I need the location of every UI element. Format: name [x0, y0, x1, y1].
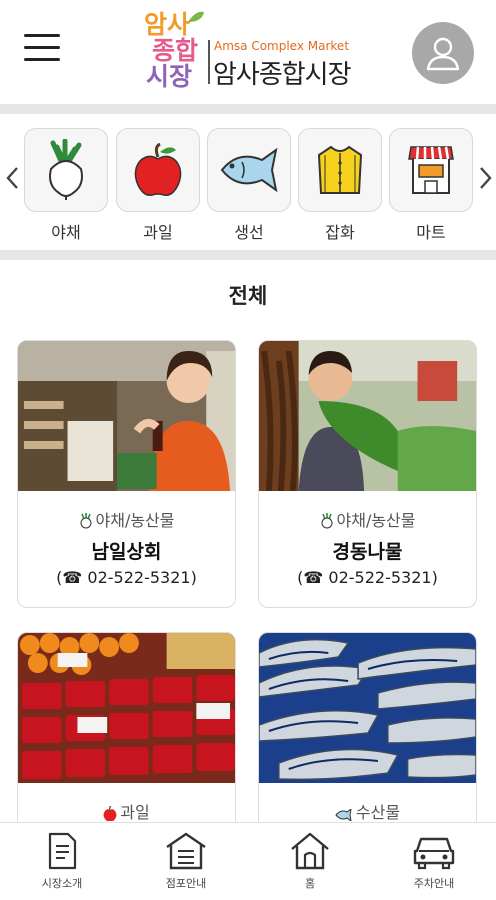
store-phone: (☎ 02-522-5321)	[297, 568, 438, 587]
store-category-label: 야채/농산물	[95, 511, 175, 530]
logo-leaf-icon	[188, 11, 204, 22]
store-category: 과일	[18, 799, 235, 823]
nav-label: 시장소개	[41, 877, 83, 890]
logo-english-name: Amsa Complex Market	[214, 39, 350, 53]
store-category: 야채/농산물	[18, 507, 235, 531]
store-phone: (☎ 02-522-5321)	[56, 568, 197, 587]
chevron-right-icon	[480, 167, 492, 189]
chevron-left-icon	[6, 167, 18, 189]
store-photo	[18, 341, 235, 491]
store-name: 경동나물	[332, 541, 403, 563]
divider	[0, 104, 496, 114]
store-category-label: 과일	[120, 803, 150, 822]
carousel-prev-button[interactable]	[4, 164, 22, 192]
nav-store-guide[interactable]: 점포안내	[124, 823, 248, 900]
nav-market-intro[interactable]: 시장소개	[0, 823, 124, 900]
nav-home[interactable]: 홈	[248, 823, 372, 900]
category-tile	[207, 128, 291, 212]
store-list-icon	[166, 832, 206, 870]
logo-korean-name: 암사종합시장	[213, 60, 352, 90]
car-icon	[413, 837, 455, 870]
radish-icon	[49, 139, 83, 200]
market-logo[interactable]: 암사 종합 시장 Amsa Complex Market 암사종합시장	[142, 8, 357, 94]
store-card[interactable]: 야채/농산물 남일상회 (☎ 02-522-5321)	[17, 340, 236, 608]
apple-icon	[103, 805, 117, 822]
category-tile	[389, 128, 473, 212]
store-category: 야채/농산물	[259, 507, 476, 531]
category-tile	[298, 128, 382, 212]
document-icon	[48, 832, 77, 870]
app-screen: 암사 종합 시장 Amsa Complex Market 암사종합시장 야채 과…	[0, 0, 496, 900]
menu-bar	[24, 46, 60, 49]
store-icon	[408, 146, 454, 194]
logo-mark: 암사 종합 시장	[142, 8, 208, 94]
category-label: 생선	[234, 223, 264, 242]
category-tile	[24, 128, 108, 212]
nav-label: 홈	[304, 877, 316, 890]
category-label: 마트	[416, 223, 446, 242]
user-profile-button[interactable]	[412, 22, 474, 84]
fish-icon	[335, 807, 352, 823]
user-icon	[426, 37, 460, 71]
store-photo	[259, 341, 476, 491]
store-category-label: 야채/농산물	[336, 511, 416, 530]
store-category: 수산물	[259, 799, 476, 823]
store-name: 남일상회	[91, 541, 162, 563]
radish-icon	[80, 513, 91, 529]
shirt-icon	[317, 145, 363, 194]
category-label: 야채	[51, 223, 81, 242]
radish-icon	[321, 513, 332, 529]
store-category-label: 수산물	[355, 803, 401, 822]
store-card[interactable]: 야채/농산물 경동나물 (☎ 02-522-5321)	[258, 340, 477, 608]
menu-button[interactable]	[24, 34, 60, 64]
logo-divider	[208, 40, 210, 84]
menu-bar	[24, 34, 60, 37]
section-title: 전체	[228, 284, 268, 308]
carousel-next-button[interactable]	[476, 164, 494, 192]
bottom-navigation: 시장소개 점포안내 홈 주차안내	[0, 822, 496, 900]
category-fruit[interactable]: 과일	[116, 128, 200, 243]
category-vegetable[interactable]: 야채	[24, 128, 108, 243]
category-label: 잡화	[325, 223, 355, 242]
nav-label: 점포안내	[165, 877, 207, 890]
store-photo	[18, 633, 235, 783]
home-icon	[291, 832, 329, 870]
category-label: 과일	[143, 223, 173, 242]
category-tile	[116, 128, 200, 212]
category-fish[interactable]: 생선	[207, 128, 291, 243]
store-photo	[259, 633, 476, 783]
category-mart[interactable]: 마트	[389, 128, 473, 243]
menu-bar	[24, 58, 60, 61]
fish-icon	[220, 148, 278, 192]
header: 암사 종합 시장 Amsa Complex Market 암사종합시장	[0, 0, 496, 104]
nav-parking-guide[interactable]: 주차안내	[372, 823, 496, 900]
apple-icon	[134, 143, 182, 197]
nav-label: 주차안내	[413, 877, 455, 890]
divider	[0, 250, 496, 260]
category-goods[interactable]: 잡화	[298, 128, 382, 243]
category-carousel: 야채 과일 생선 잡화 마트	[0, 114, 496, 250]
